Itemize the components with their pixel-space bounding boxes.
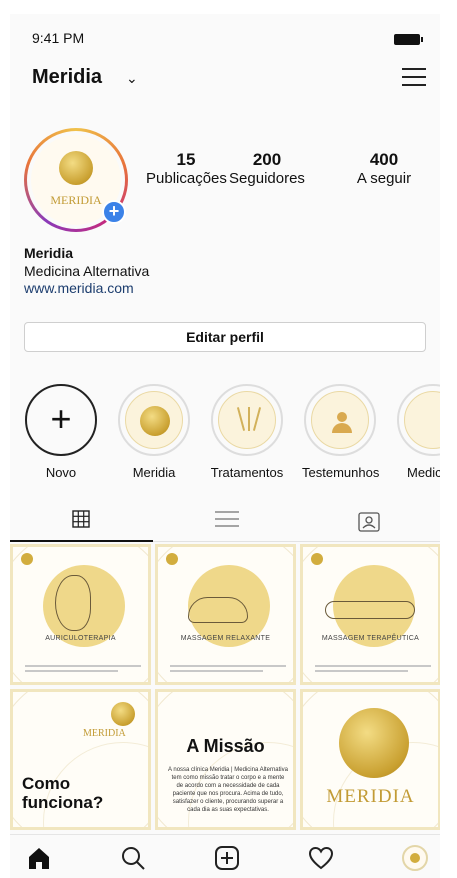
list-icon [215, 511, 239, 527]
bottom-nav [10, 834, 440, 878]
stat-following-label: A seguir [356, 170, 412, 187]
stat-posts[interactable]: 15 Publicações [146, 150, 227, 187]
highlight-testemunhos[interactable]: Testemunhos [302, 384, 380, 480]
post-logo-text: MERIDIA [326, 786, 415, 807]
ear-icon [55, 575, 91, 631]
post-massagem-relaxante[interactable]: MASSAGEM RELAXANTE [155, 544, 296, 685]
plus-icon: + [50, 398, 72, 439]
edit-profile-button[interactable]: Editar perfil [24, 322, 426, 352]
bio-name: Meridia [24, 245, 74, 261]
highlight-new[interactable]: + Novo [23, 384, 99, 480]
post-caption: AURICULOTERAPIA [45, 635, 116, 642]
highlight-label: Testemunhos [302, 465, 380, 480]
highlight-label: Tratamentos [210, 465, 284, 480]
tagged-icon [358, 512, 380, 532]
status-bar: 9:41 PM [10, 30, 440, 50]
stat-following-number: 400 [369, 150, 399, 169]
post-logo-text: MERIDIA [83, 728, 126, 739]
logo-icon [21, 553, 33, 565]
person-icon [329, 406, 355, 434]
post-caption: MASSAGEM RELAXANTE [180, 635, 271, 642]
bio-link[interactable]: www.meridia.com [24, 280, 134, 296]
highlight-medicina[interactable]: Medicina [395, 384, 440, 480]
post-body: A nossa clínica Meridia | Medicina Alter… [168, 767, 288, 813]
battery-icon [394, 34, 423, 45]
stat-followers-label: Seguidores [229, 170, 305, 187]
account-username[interactable]: Meridia [32, 66, 102, 89]
tab-tagged[interactable] [296, 498, 439, 542]
new-post-icon[interactable] [214, 845, 240, 871]
profile-tabs [10, 498, 440, 542]
highlight-label: Meridia [132, 465, 176, 480]
post-a-missao[interactable]: A Missão A nossa clínica Meridia | Medic… [155, 689, 296, 830]
tab-list[interactable] [153, 498, 296, 542]
post-massagem-terapeutica[interactable]: MASSAGEM TERAPÊUTICA [300, 544, 440, 685]
post-auriculoterapia[interactable]: AURICULOTERAPIA [10, 544, 151, 685]
logo-icon [59, 151, 93, 185]
logo-icon [166, 553, 178, 565]
bio-category: Medicina Alternativa [24, 263, 150, 279]
post-heading: Como funciona? [22, 774, 104, 812]
logo-icon [111, 702, 135, 726]
acupuncture-needles-icon [236, 405, 262, 431]
profile-icon[interactable] [402, 845, 428, 871]
heart-icon[interactable] [308, 845, 334, 871]
highlight-label: Novo [45, 465, 77, 480]
search-icon[interactable] [120, 845, 146, 871]
post-heading: A Missão [186, 736, 265, 756]
profile-screen: 9:41 PM Meridia ⌄ MERIDIA + 15 Publicaçõ… [10, 14, 440, 878]
logo-icon [140, 406, 170, 436]
massage-illustration-icon [188, 597, 248, 623]
profile-header: Meridia ⌄ [10, 66, 440, 94]
stat-posts-number: 15 [176, 150, 196, 169]
stat-following[interactable]: 400 A seguir [344, 150, 424, 187]
home-icon[interactable] [26, 845, 52, 871]
logo-icon [339, 708, 409, 778]
highlight-tratamentos[interactable]: Tratamentos [209, 384, 285, 480]
stat-posts-label: Publicações [146, 170, 227, 187]
highlight-meridia[interactable]: Meridia [116, 384, 192, 480]
post-caption: MASSAGEM TERAPÊUTICA [321, 635, 420, 642]
add-story-icon[interactable]: + [102, 200, 126, 224]
post-como-funciona[interactable]: MERIDIA Como funciona? [10, 689, 151, 830]
post-logo[interactable]: MERIDIA [300, 689, 440, 830]
status-time: 9:41 PM [32, 30, 85, 46]
stat-followers[interactable]: 200 Seguidores [222, 150, 312, 187]
logo-icon [311, 553, 323, 565]
stat-followers-number: 200 [252, 150, 282, 169]
post-grid: AURICULOTERAPIA MASSAGEM RELAXANTE MASSA… [10, 544, 440, 832]
menu-icon[interactable] [402, 68, 426, 86]
tab-grid[interactable] [10, 498, 153, 542]
massage-illustration-icon [325, 601, 415, 619]
highlight-label: Medicina [406, 465, 440, 480]
chevron-down-icon[interactable]: ⌄ [126, 70, 138, 87]
grid-icon [72, 510, 90, 528]
